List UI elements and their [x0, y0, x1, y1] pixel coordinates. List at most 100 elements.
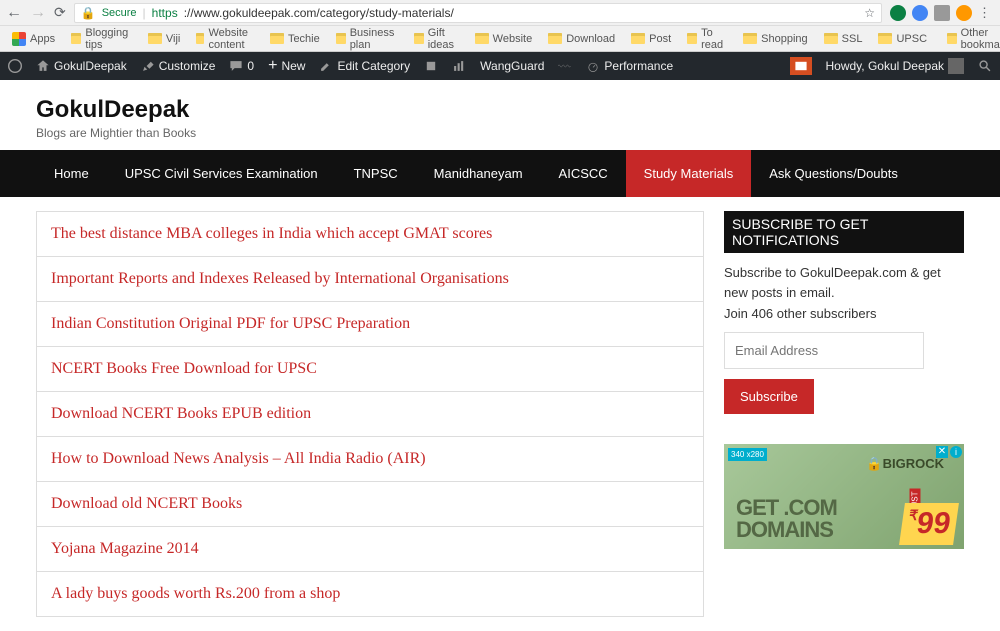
nav-tnpsc[interactable]: TNPSC [336, 150, 416, 197]
folder-icon [548, 33, 562, 44]
ext-icon[interactable] [912, 5, 928, 21]
folder-icon [878, 33, 892, 44]
new-link[interactable]: +New [268, 57, 305, 75]
site-title[interactable]: GokulDeepak [36, 96, 964, 124]
back-button[interactable]: ← [6, 4, 22, 22]
nav-study-materials[interactable]: Study Materials [626, 150, 752, 197]
bookmark-star-icon[interactable]: ☆ [864, 6, 875, 20]
folder-icon [71, 33, 81, 44]
forward-button[interactable]: → [30, 4, 46, 22]
bookmark-folder[interactable]: Download [542, 31, 621, 47]
lock-icon: 🔒 [81, 6, 96, 20]
bookmark-folder[interactable]: To read [681, 25, 733, 53]
bookmark-folder[interactable]: Gift ideas [408, 25, 464, 53]
folder-icon [824, 33, 838, 44]
folder-icon [414, 33, 423, 44]
post-link[interactable]: Download NCERT Books EPUB edition [51, 405, 311, 422]
post-link[interactable]: Download old NCERT Books [51, 495, 242, 512]
post-row: Indian Constitution Original PDF for UPS… [37, 301, 703, 346]
subscribe-button[interactable]: Subscribe [724, 379, 814, 414]
post-link[interactable]: The best distance MBA colleges in India … [51, 225, 492, 242]
bookmarks-bar: Apps Blogging tips Viji Website content … [0, 26, 1000, 52]
ad-info-icon[interactable]: i [950, 446, 962, 458]
browser-toolbar: ← → ⟳ 🔒 Secure | https://www.gokuldeepak… [0, 0, 1000, 26]
folder-icon [631, 33, 645, 44]
post-row: A lady buys goods worth Rs.200 from a sh… [37, 571, 703, 616]
bookmark-folder[interactable]: Viji [142, 31, 186, 47]
bookmark-folder[interactable]: UPSC [872, 31, 933, 47]
yoast-icon[interactable] [424, 59, 438, 73]
folder-icon [148, 33, 162, 44]
widget-title: SUBSCRIBE TO GET NOTIFICATIONS [724, 211, 964, 253]
menu-icon[interactable]: ⋮ [978, 5, 994, 21]
apps-button[interactable]: Apps [6, 30, 61, 48]
search-icon[interactable] [978, 59, 992, 73]
post-link[interactable]: A lady buys goods worth Rs.200 from a sh… [51, 585, 340, 602]
folder-icon [475, 33, 489, 44]
post-list: The best distance MBA colleges in India … [36, 211, 704, 617]
stats-icon[interactable] [452, 59, 466, 73]
nav-upsc[interactable]: UPSC Civil Services Examination [107, 150, 336, 197]
other-bookmarks[interactable]: Other bookmarks [941, 25, 1000, 53]
nav-ask[interactable]: Ask Questions/Doubts [751, 150, 916, 197]
url-scheme: https [152, 6, 178, 20]
ext-icon[interactable] [956, 5, 972, 21]
post-row: How to Download News Analysis – All Indi… [37, 436, 703, 481]
apps-icon [12, 32, 26, 46]
post-row: Download NCERT Books EPUB edition [37, 391, 703, 436]
url-path: ://www.gokuldeepak.com/category/study-ma… [184, 6, 454, 20]
ad-logo: 🔒BIGROCK [866, 456, 944, 472]
post-link[interactable]: Yojana Magazine 2014 [51, 540, 199, 557]
ad-headline: GET .COMDOMAINS [736, 497, 837, 541]
folder-icon [947, 33, 957, 44]
wave-icon[interactable] [558, 59, 572, 73]
post-link[interactable]: NCERT Books Free Download for UPSC [51, 360, 317, 377]
nav-aicscc[interactable]: AICSCC [541, 150, 626, 197]
howdy-account[interactable]: Howdy, Gokul Deepak [826, 58, 965, 74]
extension-icons: ⋮ [890, 5, 994, 21]
post-row: Yojana Magazine 2014 [37, 526, 703, 571]
ext-icon[interactable] [934, 5, 950, 21]
folder-icon [270, 33, 284, 44]
edit-category-link[interactable]: Edit Category [319, 59, 410, 73]
post-row: Important Reports and Indexes Released b… [37, 256, 703, 301]
secure-label: Secure [102, 7, 137, 19]
post-row: The best distance MBA colleges in India … [37, 211, 703, 256]
ext-icon[interactable] [890, 5, 906, 21]
site-tagline: Blogs are Mightier than Books [36, 126, 964, 140]
customize-link[interactable]: Customize [141, 59, 216, 73]
bookmark-folder[interactable]: Website content [190, 25, 260, 53]
performance-link[interactable]: Performance [586, 59, 673, 73]
email-field[interactable] [724, 332, 924, 369]
post-link[interactable]: How to Download News Analysis – All Indi… [51, 450, 426, 467]
bookmark-folder[interactable]: Shopping [737, 31, 814, 47]
avatar [948, 58, 964, 74]
bookmark-folder[interactable]: SSL [818, 31, 869, 47]
notification-icon[interactable] [790, 57, 812, 75]
bookmark-folder[interactable]: Post [625, 31, 677, 47]
wp-admin-bar: GokulDeepak Customize 0 +New Edit Catego… [0, 52, 1000, 80]
ad-banner[interactable]: 340 x280 ✕ i 🔒BIGROCK GET .COMDOMAINS JU… [724, 444, 964, 549]
bookmark-folder[interactable]: Business plan [330, 25, 405, 53]
ad-price: ₹99 [899, 503, 959, 545]
nav-home[interactable]: Home [36, 150, 107, 197]
reload-button[interactable]: ⟳ [54, 4, 66, 21]
comments-link[interactable]: 0 [229, 59, 254, 73]
folder-icon [196, 33, 204, 44]
content-area: The best distance MBA colleges in India … [0, 197, 1000, 631]
folder-icon [336, 33, 346, 44]
bookmark-folder[interactable]: Techie [264, 31, 326, 47]
post-link[interactable]: Indian Constitution Original PDF for UPS… [51, 315, 410, 332]
site-name-link[interactable]: GokulDeepak [36, 59, 127, 73]
wangguard-link[interactable]: WangGuard [480, 59, 544, 73]
wp-logo[interactable] [8, 59, 22, 73]
folder-icon [687, 33, 697, 44]
address-bar[interactable]: 🔒 Secure | https://www.gokuldeepak.com/c… [74, 3, 882, 23]
bookmark-folder[interactable]: Website [469, 31, 539, 47]
ad-size-badge: 340 x280 [728, 448, 767, 461]
nav-manidhaneyam[interactable]: Manidhaneyam [416, 150, 541, 197]
subscribe-desc: Subscribe to GokulDeepak.com & get new p… [724, 263, 964, 302]
post-link[interactable]: Important Reports and Indexes Released b… [51, 270, 509, 287]
main-nav: Home UPSC Civil Services Examination TNP… [0, 150, 1000, 197]
bookmark-folder[interactable]: Blogging tips [65, 25, 138, 53]
